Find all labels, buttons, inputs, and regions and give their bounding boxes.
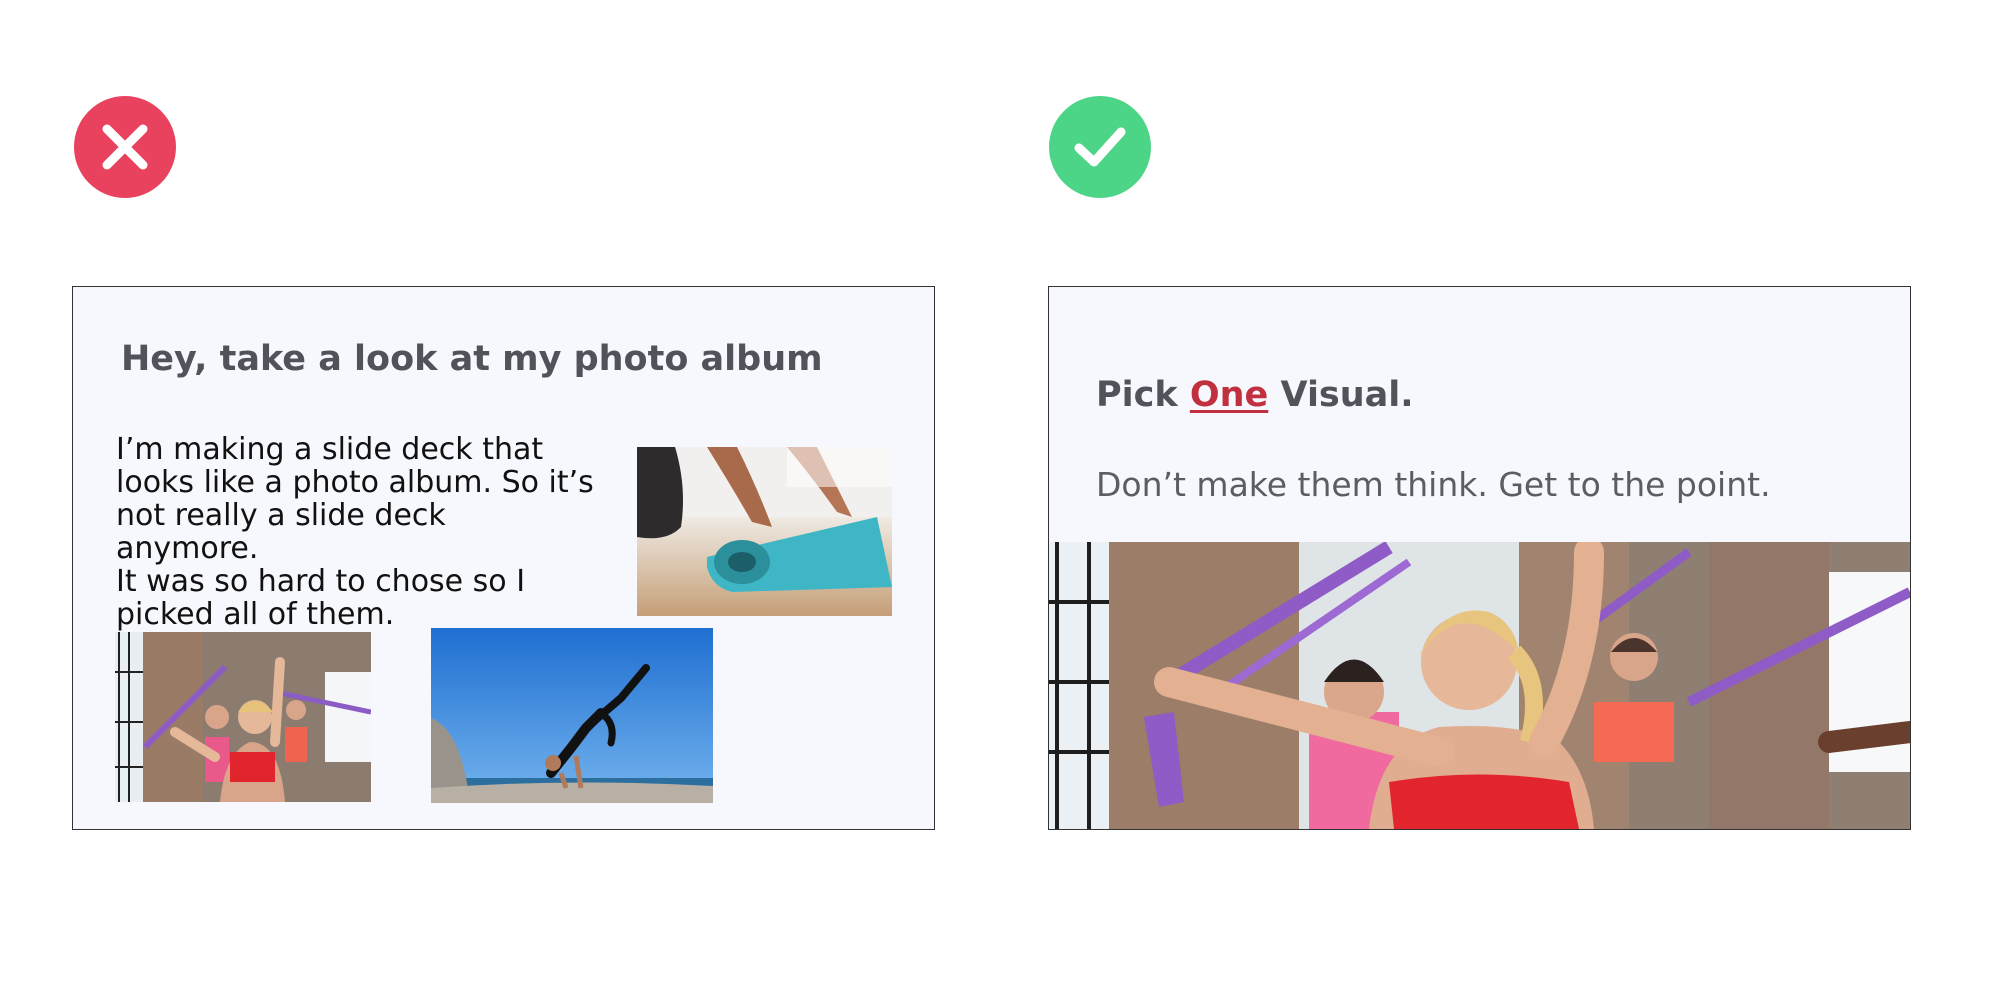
yoga-mat-photo	[637, 447, 892, 616]
close-x-glyph	[102, 124, 148, 170]
good-slide-subtitle: Don’t make them think. Get to the point.	[1096, 465, 1771, 504]
fitness-class-photo	[1049, 542, 1910, 829]
title-suffix: Visual.	[1268, 375, 1414, 415]
fitness-class-photo	[115, 632, 371, 802]
body-line: looks like a photo album. So it’s	[116, 465, 594, 500]
bad-slide-title: Hey, take a look at my photo album	[121, 339, 823, 379]
close-x-icon	[74, 96, 176, 198]
body-line: picked all of them.	[116, 597, 395, 632]
body-line: not really a slide deck anymore.	[116, 498, 446, 566]
checkmark-glyph	[1074, 127, 1126, 167]
good-example-slide: Pick One Visual. Don’t make them think. …	[1048, 286, 1911, 830]
body-line: I’m making a slide deck that	[116, 432, 544, 467]
bad-example-slide: Hey, take a look at my photo album I’m m…	[72, 286, 935, 830]
good-slide-title: Pick One Visual.	[1096, 375, 1414, 415]
bad-slide-body-text: I’m making a slide deck that looks like …	[116, 433, 596, 631]
checkmark-icon	[1049, 96, 1151, 198]
body-line: It was so hard to chose so I	[116, 564, 526, 599]
title-prefix: Pick	[1096, 375, 1190, 415]
title-highlight: One	[1189, 375, 1269, 415]
yoga-pose-photo	[431, 628, 713, 803]
